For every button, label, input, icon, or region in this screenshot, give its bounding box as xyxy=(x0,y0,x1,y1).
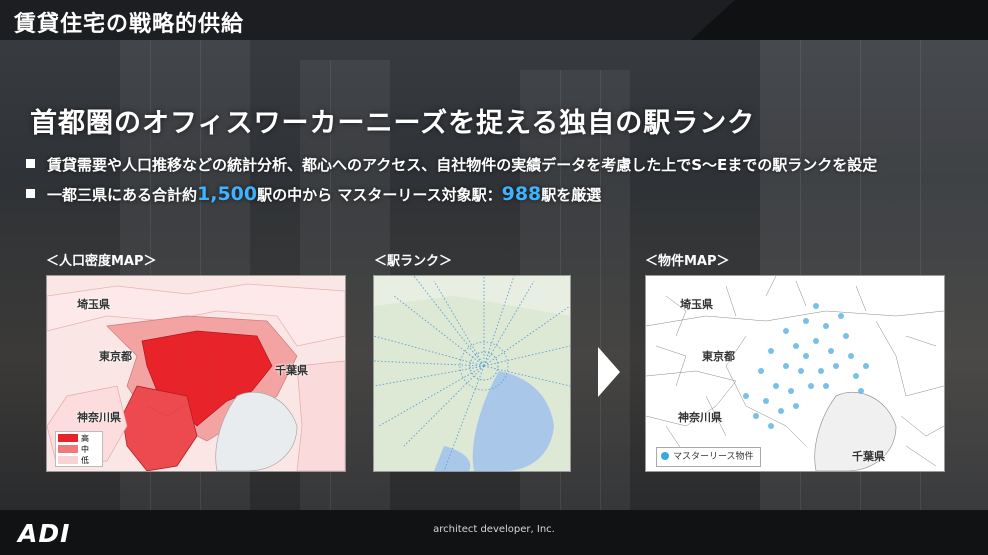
legend-mid: 中 xyxy=(81,444,89,454)
bullet-text: 賃貸需要や人口推移などの統計分析、都心へのアクセス、自社物件の実績データを考慮し… xyxy=(47,156,878,174)
label-saitama: 埼玉県 xyxy=(680,298,713,311)
label-chiba: 千葉県 xyxy=(852,450,885,463)
bullet-text-post: 駅を厳選 xyxy=(541,186,602,204)
label-kanagawa: 神奈川県 xyxy=(77,411,121,424)
bullet-text-mid: 駅の中から マスターリース対象駅： xyxy=(257,186,502,204)
master-lease-station-count: 988 xyxy=(501,183,542,205)
arrow-right-icon xyxy=(598,347,620,397)
map-pin-icon xyxy=(661,452,669,460)
property-map: 埼玉県 東京都 神奈川県 千葉県 マスターリース物件 xyxy=(645,275,945,472)
population-map-label: ＜人口密度MAP＞ xyxy=(46,254,157,269)
headline: 首都圏のオフィスワーカーニーズを捉える独自の駅ランク xyxy=(30,108,756,139)
label-kanagawa: 神奈川県 xyxy=(678,411,722,424)
station-total-count: 1,500 xyxy=(197,183,258,205)
legend-low: 低 xyxy=(81,455,89,465)
station-map-label: ＜駅ランク＞ xyxy=(374,254,453,269)
bullet-station-rank: 賃貸需要や人口推移などの統計分析、都心へのアクセス、自社物件の実績データを考慮し… xyxy=(26,154,877,175)
station-rank-map xyxy=(373,275,571,472)
legend-swatch-mid xyxy=(58,445,78,453)
label-tokyo: 東京都 xyxy=(99,350,132,363)
bullet-text-pre: 一都三県にある合計約 xyxy=(47,186,198,204)
density-legend: 高 中 低 xyxy=(55,431,103,467)
page-title: 賃貸住宅の戦略的供給 xyxy=(14,12,245,37)
population-density-map: 埼玉県 東京都 千葉県 神奈川県 高 中 低 xyxy=(46,275,346,472)
bullet-square-icon xyxy=(26,159,35,168)
label-chiba: 千葉県 xyxy=(275,364,308,377)
company-name: architect developer, Inc. xyxy=(433,524,555,535)
bullet-station-count: 一都三県にある合計約1,500駅の中から マスターリース対象駅：988駅を厳選 xyxy=(26,183,601,205)
label-tokyo: 東京都 xyxy=(702,350,735,363)
label-saitama: 埼玉県 xyxy=(77,298,110,311)
legend-high: 高 xyxy=(81,433,89,443)
property-legend: マスターリース物件 xyxy=(656,447,761,467)
bullet-square-icon xyxy=(26,189,35,198)
property-legend-label: マスターリース物件 xyxy=(673,452,754,462)
property-map-label: ＜物件MAP＞ xyxy=(645,254,730,269)
legend-swatch-high xyxy=(58,434,78,442)
station-map-graphic xyxy=(374,276,570,471)
legend-swatch-low xyxy=(58,456,78,464)
